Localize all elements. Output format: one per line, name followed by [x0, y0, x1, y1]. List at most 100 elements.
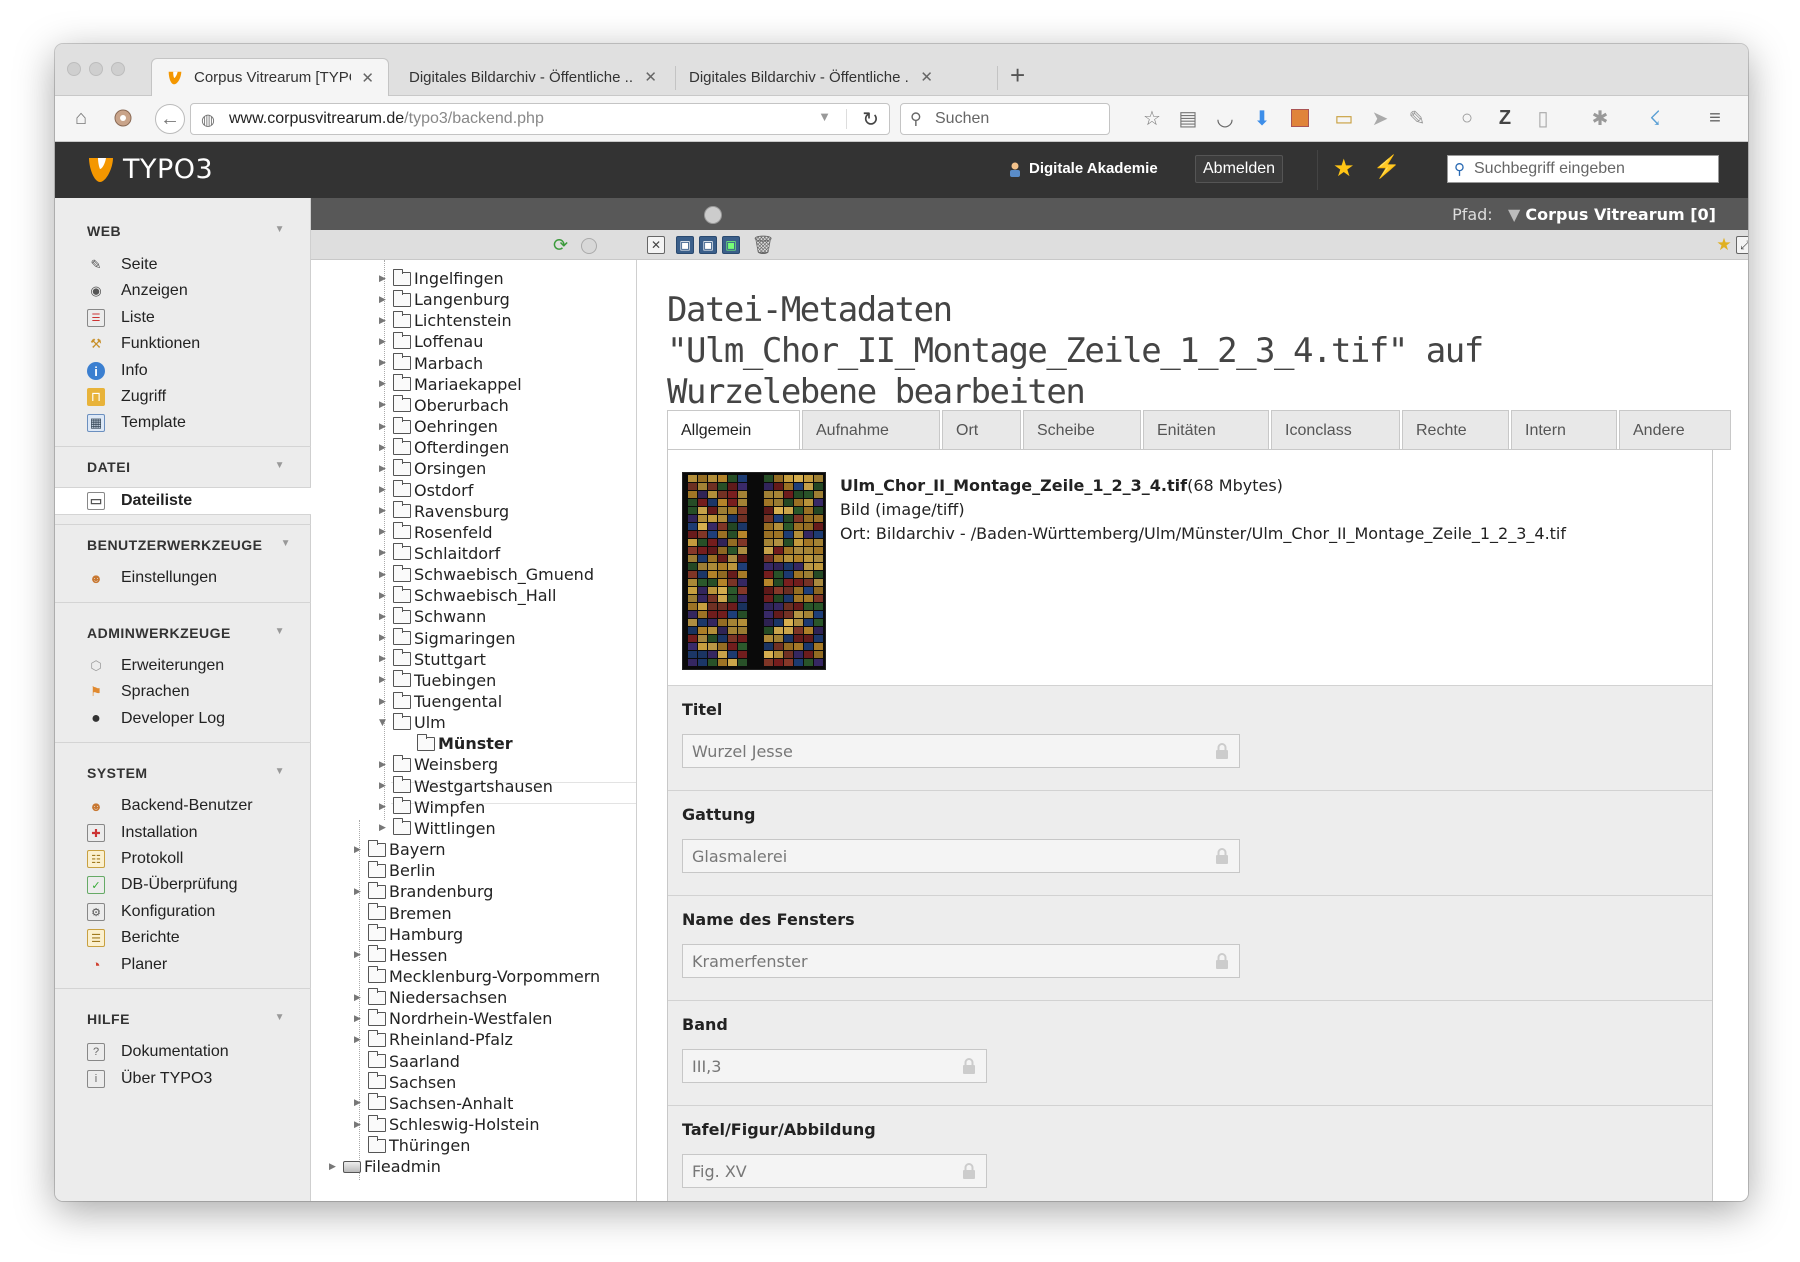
expand-icon[interactable]: ▶	[354, 1098, 366, 1108]
expand-icon[interactable]: ▶	[379, 633, 391, 643]
tree-folder[interactable]: ▶ Schleswig-Holstein	[354, 1114, 539, 1135]
tree-folder[interactable]: ▶ Ostdorf	[379, 480, 473, 501]
module-berichte[interactable]: ☰ Berichte	[87, 925, 180, 951]
tree-folder-selected[interactable]: Münster	[403, 733, 513, 755]
tree-folder[interactable]: ▶ Oberurbach	[379, 395, 509, 416]
tree-folder[interactable]: Mecklenburg-Vorpommern	[354, 966, 600, 987]
expand-icon[interactable]: ▶	[354, 1035, 366, 1045]
zoom-window-button[interactable]	[111, 62, 125, 76]
tree-folder[interactable]: ▶ Loffenau	[379, 331, 483, 352]
browser-tab-active[interactable]: Corpus Vitrearum [TYPO3 C... ✕	[151, 58, 389, 96]
bug-icon[interactable]: ✱	[1588, 106, 1612, 130]
url-bar[interactable]: ◍ www.corpusvitrearum.de/typo3/backend.p…	[190, 103, 890, 135]
tree-folder[interactable]: ▼ Ulm	[379, 712, 446, 733]
browser-tab[interactable]: Digitales Bildarchiv - Öffentliche ... ✕	[675, 58, 947, 96]
close-tab-icon[interactable]: ✕	[644, 68, 657, 86]
tree-folder[interactable]: ▶ Orsingen	[379, 458, 486, 479]
expand-icon[interactable]: ▶	[379, 274, 391, 284]
tree-folder[interactable]: Bremen	[354, 903, 452, 924]
group-web[interactable]: WEB ▼	[55, 210, 311, 250]
expand-icon[interactable]: ▶	[354, 845, 366, 855]
expand-icon[interactable]: ▶	[379, 400, 391, 410]
tab-andere[interactable]: Andere	[1619, 410, 1731, 450]
expand-icon[interactable]: ▶	[329, 1162, 341, 1172]
tree-folder[interactable]: ▶ Ravensburg	[379, 501, 509, 522]
bookmark-star-icon[interactable]: ☆	[1140, 106, 1164, 130]
tree-folder[interactable]: ▶ Bayern	[354, 839, 446, 860]
home-icon[interactable]: ⌂	[69, 106, 93, 130]
tree-folder[interactable]: ▶ Langenburg	[379, 289, 510, 310]
module-einstellungen[interactable]: ☻ Einstellungen	[87, 565, 217, 591]
titel-input[interactable]: Wurzel Jesse	[682, 734, 1240, 768]
browser-tab[interactable]: Digitales Bildarchiv - Öffentliche ... ✕	[395, 58, 671, 96]
fenster-input[interactable]: Kramerfenster	[682, 944, 1240, 978]
tree-folder[interactable]: ▶ Mariaekappel	[379, 374, 522, 395]
save-new-icon[interactable]: ▣	[722, 236, 740, 254]
extension-icon[interactable]	[111, 106, 135, 130]
tree-folder[interactable]: ▶ Schwaebisch_Hall	[379, 585, 556, 606]
tree-folder[interactable]: ▶ Nordrhein-Westfalen	[354, 1008, 552, 1029]
tree-folder[interactable]: ▶ Tuebingen	[379, 670, 496, 691]
tree-folder[interactable]: ▶ Lichtenstein	[379, 310, 512, 331]
eyedropper-icon[interactable]: ✎	[1405, 106, 1429, 130]
bookmarks-star-icon[interactable]: ★	[1333, 154, 1355, 183]
expand-icon[interactable]: ▶	[379, 823, 391, 833]
menu-icon[interactable]: ≡	[1703, 106, 1727, 130]
module-anzeigen[interactable]: ◉ Anzeigen	[87, 278, 187, 304]
tree-folder[interactable]: ▶ Schwann	[379, 606, 486, 627]
expand-icon[interactable]: ▶	[379, 781, 391, 791]
minimize-window-button[interactable]	[89, 62, 103, 76]
tree-folder[interactable]: ▶ Schwaebisch_Gmuend	[379, 564, 594, 585]
expand-icon[interactable]: ▶	[379, 654, 391, 664]
group-system[interactable]: SYSTEM ▼	[55, 752, 311, 792]
module-dateiliste[interactable]: ▭ Dateiliste	[55, 487, 311, 515]
expand-icon[interactable]: ▶	[379, 527, 391, 537]
module-db-ueberpruefung[interactable]: ✓ DB-Überprüfung	[87, 872, 238, 898]
tree-folder[interactable]: ▶ Schlaitdorf	[379, 543, 500, 564]
typo3-logo[interactable]: TYPO3	[87, 154, 213, 185]
refresh-tree-icon[interactable]: ⟳	[553, 235, 568, 256]
group-benutzerwerkzeuge[interactable]: BENUTZERWERKZEUGE ▼	[55, 524, 311, 564]
close-tab-icon[interactable]: ✕	[920, 68, 933, 86]
expand-icon[interactable]: ▶	[379, 612, 391, 622]
tree-folder[interactable]: ▶ Rheinland-Pfalz	[354, 1029, 513, 1050]
tab-allgemein[interactable]: Allgemein	[667, 410, 800, 451]
tree-folder[interactable]: ▶ Sigmaringen	[379, 628, 515, 649]
delete-icon[interactable]: 🗑︎	[752, 235, 775, 255]
tree-help-icon[interactable]	[581, 238, 597, 254]
page-icon[interactable]: ▯	[1531, 106, 1555, 130]
module-ueber-typo3[interactable]: i Über TYPO3	[87, 1066, 212, 1092]
add-shortcut-icon[interactable]: ★	[1715, 235, 1733, 254]
tree-folder[interactable]: ▶ Weinsberg	[379, 754, 498, 775]
browser-search-input[interactable]: ⚲ Suchen	[900, 103, 1110, 135]
file-thumbnail[interactable]	[682, 472, 826, 670]
new-tab-button[interactable]: +	[1010, 62, 1025, 88]
tree-folder[interactable]: Saarland	[354, 1051, 460, 1072]
logout-button[interactable]: Abmelden	[1195, 155, 1284, 183]
tree-folder[interactable]: ▶ Niedersachsen	[354, 987, 507, 1008]
tree-folder[interactable]: ▶ Ingelfingen	[379, 268, 504, 289]
module-developer-log[interactable]: ● Developer Log	[87, 706, 225, 732]
module-template[interactable]: ▦ Template	[87, 410, 186, 436]
expand-icon[interactable]: ▶	[379, 358, 391, 368]
expand-icon[interactable]: ▶	[379, 506, 391, 516]
zotero-icon[interactable]: Z	[1493, 106, 1517, 130]
tab-intern[interactable]: Intern	[1511, 410, 1617, 450]
module-konfiguration[interactable]: ⚙ Konfiguration	[87, 899, 215, 925]
tree-folder[interactable]: ▶ Tuengental	[379, 691, 502, 712]
expand-icon[interactable]: ▶	[379, 443, 391, 453]
module-zugriff[interactable]: ⊓ Zugriff	[87, 384, 166, 410]
gattung-input[interactable]: Glasmalerei	[682, 839, 1240, 873]
group-adminwerkzeuge[interactable]: ADMINWERKZEUGE ▼	[55, 612, 311, 652]
expand-icon[interactable]: ▶	[354, 993, 366, 1003]
pocket-icon[interactable]: ◡	[1213, 106, 1237, 130]
send-icon[interactable]: ➤	[1368, 106, 1392, 130]
tab-iconclass[interactable]: Iconclass	[1271, 410, 1400, 450]
cursor-icon[interactable]: ☇	[1643, 106, 1667, 130]
expand-icon[interactable]: ▶	[379, 802, 391, 812]
tree-folder[interactable]: ▶ Wimpfen	[379, 797, 485, 818]
close-tab-icon[interactable]: ✕	[361, 69, 374, 87]
module-info[interactable]: i Info	[87, 358, 148, 384]
tree-folder[interactable]: Thüringen	[354, 1135, 470, 1156]
expand-icon[interactable]: ▶	[379, 548, 391, 558]
